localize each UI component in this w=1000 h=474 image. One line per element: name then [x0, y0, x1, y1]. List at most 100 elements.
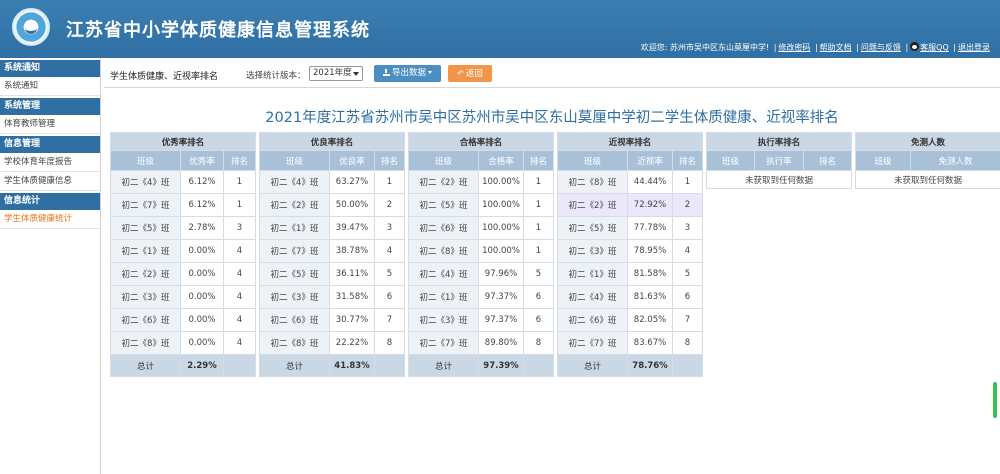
class-cell: 初二《4》班	[408, 262, 479, 286]
class-cell: 初二《5》班	[110, 216, 181, 240]
table-caption: 优良率排名	[258, 132, 406, 151]
column-header: 班级	[855, 150, 911, 171]
class-cell: 初二《6》班	[110, 308, 181, 332]
rank-cell: 2	[671, 193, 704, 217]
rate-cell: 2.78%	[180, 216, 224, 240]
rank-cell: 3	[373, 216, 406, 240]
sidebar-group-stats[interactable]: 信息统计	[0, 193, 100, 210]
class-cell: 初二《3》班	[110, 285, 181, 309]
version-select[interactable]: 2021年度	[309, 66, 363, 81]
rank-cell: 5	[671, 262, 704, 286]
total-label: 总计	[259, 354, 330, 377]
user-bar: 欢迎您: 苏州市吴中区东山莫厘中学! | 修改密码 | 帮助文档 | 问题与反馈 | 客…	[640, 42, 990, 52]
rank-cell: 6	[522, 285, 555, 309]
rank-cell: 2	[373, 193, 406, 217]
class-cell: 初二《3》班	[259, 285, 330, 309]
total-label: 总计	[557, 354, 628, 377]
table-row: 初二《3》班 0.00% 4	[110, 285, 257, 309]
rate-cell: 72.92%	[627, 193, 673, 217]
rate-cell: 50.00%	[329, 193, 375, 217]
change-password-link[interactable]: 修改密码	[778, 43, 810, 52]
rank-cell: 4	[222, 239, 257, 263]
scrollbar-thumb[interactable]	[993, 382, 997, 418]
rank-cell: 3	[671, 216, 704, 240]
rate-cell: 100.00%	[478, 216, 524, 240]
column-header: 排名	[222, 150, 257, 171]
logout-link[interactable]: 退出登录	[958, 43, 990, 52]
class-cell: 初二《7》班	[557, 331, 628, 355]
total-label: 总计	[110, 354, 181, 377]
sidebar-item-student-health[interactable]: 学生体质健康信息	[0, 172, 100, 191]
total-value: 97.39%	[478, 354, 524, 377]
help-docs-link[interactable]: 帮助文档	[820, 43, 852, 52]
rank-cell: 6	[373, 285, 406, 309]
class-cell: 初二《8》班	[259, 331, 330, 355]
total-empty	[671, 354, 704, 377]
class-cell: 初二《6》班	[557, 308, 628, 332]
column-header: 优良率	[329, 150, 375, 171]
rank-cell: 1	[522, 193, 555, 217]
rate-cell: 36.11%	[329, 262, 375, 286]
table-caption: 优秀率排名	[109, 132, 257, 151]
rate-cell: 78.95%	[627, 239, 673, 263]
class-cell: 初二《7》班	[259, 239, 330, 263]
class-cell: 初二《8》班	[408, 239, 479, 263]
class-cell: 初二《1》班	[408, 285, 479, 309]
rank-cell: 5	[373, 262, 406, 286]
total-value: 2.29%	[180, 354, 224, 377]
column-header: 排名	[802, 150, 853, 171]
table-row: 初二《6》班 0.00% 4	[110, 308, 257, 332]
sidebar: 系统通知 系统通知 系统管理 体育教师管理 信息管理 学校体育年度报告 学生体质…	[0, 58, 101, 474]
total-row: 总计 41.83%	[259, 354, 406, 377]
sidebar-item-health-stats[interactable]: 学生体质健康统计	[0, 210, 100, 229]
class-cell: 初二《2》班	[110, 262, 181, 286]
column-header: 班级	[557, 150, 628, 171]
rate-cell: 0.00%	[180, 308, 224, 332]
table-row: 初二《5》班 2.78% 3	[110, 216, 257, 240]
table-row: 初二《8》班 0.00% 4	[110, 331, 257, 355]
rank-cell: 1	[522, 239, 555, 263]
rate-cell: 81.58%	[627, 262, 673, 286]
page-label: 学生体质健康、近视率排名	[110, 72, 219, 82]
customer-service-qq-link[interactable]: 客服QQ	[920, 43, 949, 52]
rank-cell: 5	[522, 262, 555, 286]
rank-cell: 1	[671, 170, 704, 194]
rank-cell: 4	[671, 239, 704, 263]
export-data-button[interactable]: 导出数据	[374, 65, 441, 82]
toolbar: 学生体质健康、近视率排名 选择统计版本： 2021年度 导出数据 ↶ 返回	[104, 60, 1000, 88]
column-header: 排名	[671, 150, 704, 171]
column-header: 班级	[259, 150, 330, 171]
table-row: 初二《1》班 97.37% 6	[408, 285, 555, 309]
sidebar-item-system-notice[interactable]: 系统通知	[0, 77, 100, 96]
column-header: 优秀率	[180, 150, 224, 171]
total-row: 总计 2.29%	[110, 354, 257, 377]
total-empty	[522, 354, 555, 377]
sidebar-item-pe-teachers[interactable]: 体育教师管理	[0, 115, 100, 134]
table-caption: 执行率排名	[705, 132, 853, 151]
rate-cell: 89.80%	[478, 331, 524, 355]
class-cell: 初二《5》班	[259, 262, 330, 286]
table-row: 初二《3》班 31.58% 6	[259, 285, 406, 309]
column-header: 班级	[706, 150, 755, 171]
lotus-logo-icon	[12, 8, 50, 46]
rank-cell: 6	[522, 308, 555, 332]
table-row: 初二《4》班 97.96% 5	[408, 262, 555, 286]
rank-cell: 3	[222, 216, 257, 240]
class-cell: 初二《8》班	[557, 170, 628, 194]
sidebar-group-notice[interactable]: 系统通知	[0, 60, 100, 77]
qq-icon	[910, 42, 920, 51]
rate-cell: 39.47%	[329, 216, 375, 240]
rate-cell: 0.00%	[180, 285, 224, 309]
table-row: 初二《7》班 38.78% 4	[259, 239, 406, 263]
version-label: 选择统计版本：	[246, 71, 306, 81]
back-button[interactable]: ↶ 返回	[448, 65, 492, 82]
class-cell: 初二《5》班	[408, 193, 479, 217]
rate-cell: 44.44%	[627, 170, 673, 194]
sidebar-group-info[interactable]: 信息管理	[0, 136, 100, 153]
sidebar-group-system[interactable]: 系统管理	[0, 98, 100, 115]
sidebar-item-annual-report[interactable]: 学校体育年度报告	[0, 153, 100, 172]
excellent-rate-table: 优秀率排名 班级 优秀率 排名 初二《4》班 6.12% 1 初二《7》班 6.12% 1 初二《5…	[109, 132, 257, 377]
feedback-link[interactable]: 问题与反馈	[861, 43, 901, 52]
table-row: 初二《3》班 78.95% 4	[557, 239, 704, 263]
execution-rate-table: 执行率排名 班级 执行率 排名 未获取到任何数据	[705, 132, 853, 189]
